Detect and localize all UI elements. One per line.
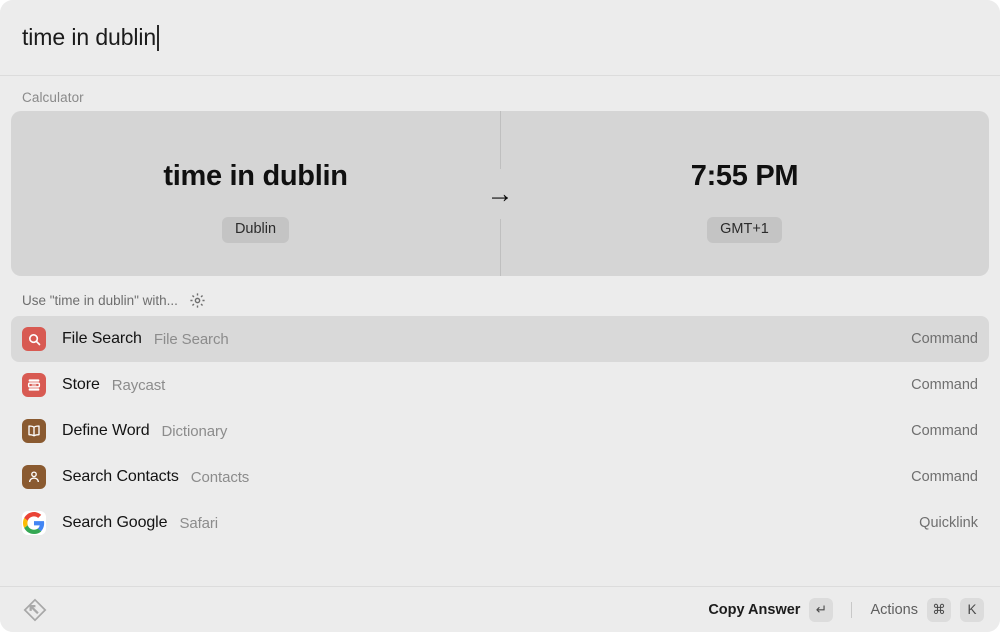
calculator-result-column: 7:55 PM GMT+1 (500, 111, 989, 276)
list-item-title: Store (62, 376, 100, 394)
raycast-logo-icon (22, 597, 48, 623)
use-with-header: Use "time in dublin" with... (0, 276, 1000, 316)
actions-menu-button[interactable]: Actions ⌘ K (870, 598, 984, 622)
list-item[interactable]: Define Word Dictionary Command (11, 408, 989, 454)
copy-answer-label: Copy Answer (708, 602, 800, 618)
calculator-result: 7:55 PM (691, 160, 799, 193)
list-item[interactable]: Search Google Safari Quicklink (11, 500, 989, 546)
list-item[interactable]: Search Contacts Contacts Command (11, 454, 989, 500)
google-icon (22, 511, 46, 535)
text-cursor (157, 25, 159, 51)
list-item-subtitle: Contacts (191, 469, 249, 486)
calculator-expression: time in dublin (163, 160, 347, 193)
calculator-expression-tag: Dublin (222, 217, 289, 243)
list-item-subtitle: Safari (179, 515, 218, 532)
search-input[interactable]: time in dublin (22, 24, 156, 51)
person-icon (22, 465, 46, 489)
list-item[interactable]: Store Raycast Command (11, 362, 989, 408)
list-item-type: Command (911, 423, 978, 439)
list-item[interactable]: File Search File Search Command (11, 316, 989, 362)
list-item-title: Define Word (62, 422, 150, 440)
book-icon (22, 419, 46, 443)
use-with-label: Use "time in dublin" with... (22, 293, 178, 308)
list-item-subtitle: Raycast (112, 377, 166, 394)
footer-bar: Copy Answer ↵ Actions ⌘ K (0, 586, 1000, 632)
gear-icon[interactable] (189, 292, 206, 309)
enter-key-icon: ↵ (809, 598, 833, 622)
footer-divider (851, 602, 852, 618)
calculator-expression-column: time in dublin Dublin (11, 111, 500, 276)
list-item-type: Command (911, 377, 978, 393)
list-item-title: Search Contacts (62, 468, 179, 486)
results-area: Calculator time in dublin Dublin 7:55 PM… (0, 76, 1000, 586)
list-item-type: Quicklink (919, 515, 978, 531)
list-item-title: File Search (62, 330, 142, 348)
actions-label: Actions (870, 602, 918, 618)
list-item-type: Command (911, 331, 978, 347)
magnifier-icon (22, 327, 46, 351)
command-list: File Search File Search Command Store Ra… (0, 316, 1000, 546)
section-header-calculator: Calculator (0, 76, 1000, 111)
list-item-subtitle: File Search (154, 331, 229, 348)
k-key-icon: K (960, 598, 984, 622)
arrow-right-icon: → (487, 180, 514, 207)
copy-answer-action[interactable]: Copy Answer ↵ (708, 598, 833, 622)
store-icon (22, 373, 46, 397)
command-key-icon: ⌘ (927, 598, 951, 622)
list-item-subtitle: Dictionary (162, 423, 228, 440)
list-item-title: Search Google (62, 514, 167, 532)
raycast-window: time in dublin Calculator time in dublin… (0, 0, 1000, 632)
calculator-result-card[interactable]: time in dublin Dublin 7:55 PM GMT+1 → (11, 111, 989, 276)
list-item-type: Command (911, 469, 978, 485)
search-bar[interactable]: time in dublin (0, 0, 1000, 76)
calculator-result-tag: GMT+1 (707, 217, 782, 243)
